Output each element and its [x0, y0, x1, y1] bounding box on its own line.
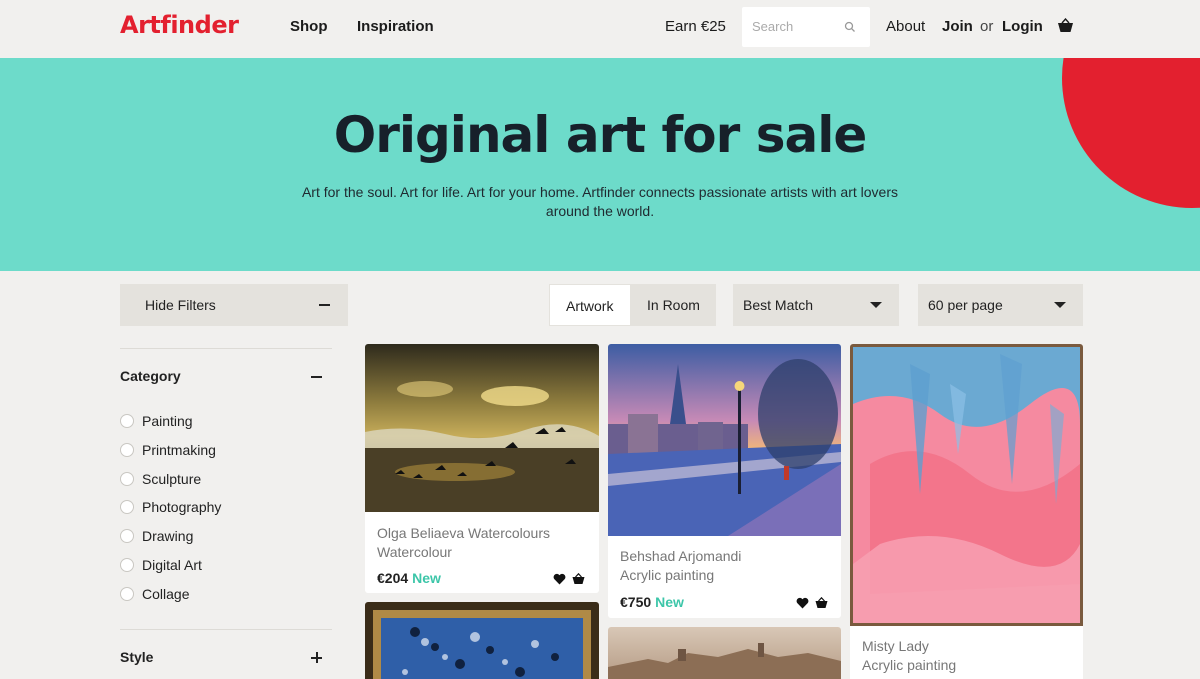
artwork-image[interactable] [608, 344, 841, 536]
top-navigation: Artfinder Shop Inspiration Earn €25 Sear… [0, 0, 1200, 58]
radio-button[interactable] [120, 529, 134, 543]
tab-in-room[interactable]: In Room [631, 284, 716, 326]
join-link[interactable]: Join [942, 18, 973, 35]
artist-name[interactable]: Olga Beliaeva Watercolours [377, 525, 550, 541]
artwork-image[interactable] [365, 602, 599, 679]
search-input[interactable]: Search [742, 7, 870, 47]
radio-button[interactable] [120, 500, 134, 514]
about-link[interactable]: About [886, 18, 925, 35]
artwork-card[interactable] [608, 627, 841, 679]
nav-shop[interactable]: Shop [290, 18, 328, 35]
price-value: €750 [620, 594, 652, 610]
category-label: Painting [142, 413, 193, 429]
artwork-card[interactable]: Behshad Arjomandi Acrylic painting €750 N… [608, 344, 841, 618]
radio-button[interactable] [120, 558, 134, 572]
earn-link[interactable]: Earn €25 [665, 18, 726, 35]
artist-name[interactable]: Misty Lady [862, 638, 929, 654]
style-heading[interactable]: Style [120, 649, 153, 665]
artwork-image[interactable] [850, 344, 1083, 626]
artfinder-logo[interactable]: Artfinder [120, 11, 239, 39]
artwork-image[interactable] [365, 344, 599, 512]
radio-button[interactable] [120, 472, 134, 486]
artwork-card[interactable]: Olga Beliaeva Watercolours Watercolour €… [365, 344, 599, 593]
tab-artwork[interactable]: Artwork [549, 284, 631, 326]
hide-filters-label: Hide Filters [145, 297, 216, 313]
hero-banner: Original art for sale Art for the soul. … [0, 58, 1200, 271]
sort-select[interactable]: Best Match [733, 284, 899, 326]
divider [120, 629, 332, 630]
category-label: Digital Art [142, 557, 202, 573]
artwork-card[interactable] [365, 602, 599, 679]
category-label: Photography [142, 499, 222, 515]
per-page-value: 60 per page [928, 297, 1003, 313]
new-badge: New [412, 570, 441, 586]
or-text: or [980, 18, 994, 35]
hero-subtitle: Art for the soul. Art for life. Art for … [301, 184, 899, 219]
category-label: Sculpture [142, 471, 202, 487]
collapse-category-icon[interactable] [311, 376, 322, 378]
nav-inspiration[interactable]: Inspiration [357, 18, 434, 35]
artist-name[interactable]: Behshad Arjomandi [620, 548, 741, 564]
basket-icon[interactable] [1057, 18, 1074, 34]
heart-icon[interactable] [796, 597, 809, 609]
artwork-medium: Acrylic painting [862, 657, 957, 673]
radio-button[interactable] [120, 414, 134, 428]
page-title: Original art for sale [333, 106, 868, 164]
category-label: Collage [142, 586, 190, 602]
tab-in-room-label: In Room [647, 297, 700, 313]
artwork-card[interactable]: Misty Lady Acrylic painting [850, 344, 1083, 679]
radio-button[interactable] [120, 587, 134, 601]
price-value: €204 [377, 570, 409, 586]
artwork-medium: Acrylic painting [620, 567, 715, 583]
divider [120, 348, 332, 349]
artwork-medium: Watercolour [377, 544, 452, 560]
minus-icon [319, 304, 330, 306]
search-placeholder: Search [752, 19, 794, 34]
sort-value: Best Match [743, 297, 814, 313]
radio-button[interactable] [120, 443, 134, 457]
basket-icon[interactable] [572, 573, 585, 585]
chevron-down-icon [870, 302, 882, 308]
artwork-price: €204 New [377, 570, 441, 586]
search-icon[interactable] [844, 21, 856, 33]
expand-style-icon[interactable] [311, 652, 322, 663]
per-page-select[interactable]: 60 per page [918, 284, 1083, 326]
tab-artwork-label: Artwork [566, 298, 614, 314]
category-heading[interactable]: Category [120, 368, 181, 384]
basket-icon[interactable] [815, 597, 828, 609]
category-label: Printmaking [142, 442, 216, 458]
hide-filters-button[interactable]: Hide Filters [120, 284, 348, 326]
artwork-image[interactable] [608, 627, 841, 679]
artwork-price: €750 New [620, 594, 684, 610]
chevron-down-icon [1054, 302, 1066, 308]
login-link[interactable]: Login [1002, 18, 1043, 35]
category-label: Drawing [142, 528, 194, 544]
new-badge: New [655, 594, 684, 610]
heart-icon[interactable] [553, 573, 566, 585]
